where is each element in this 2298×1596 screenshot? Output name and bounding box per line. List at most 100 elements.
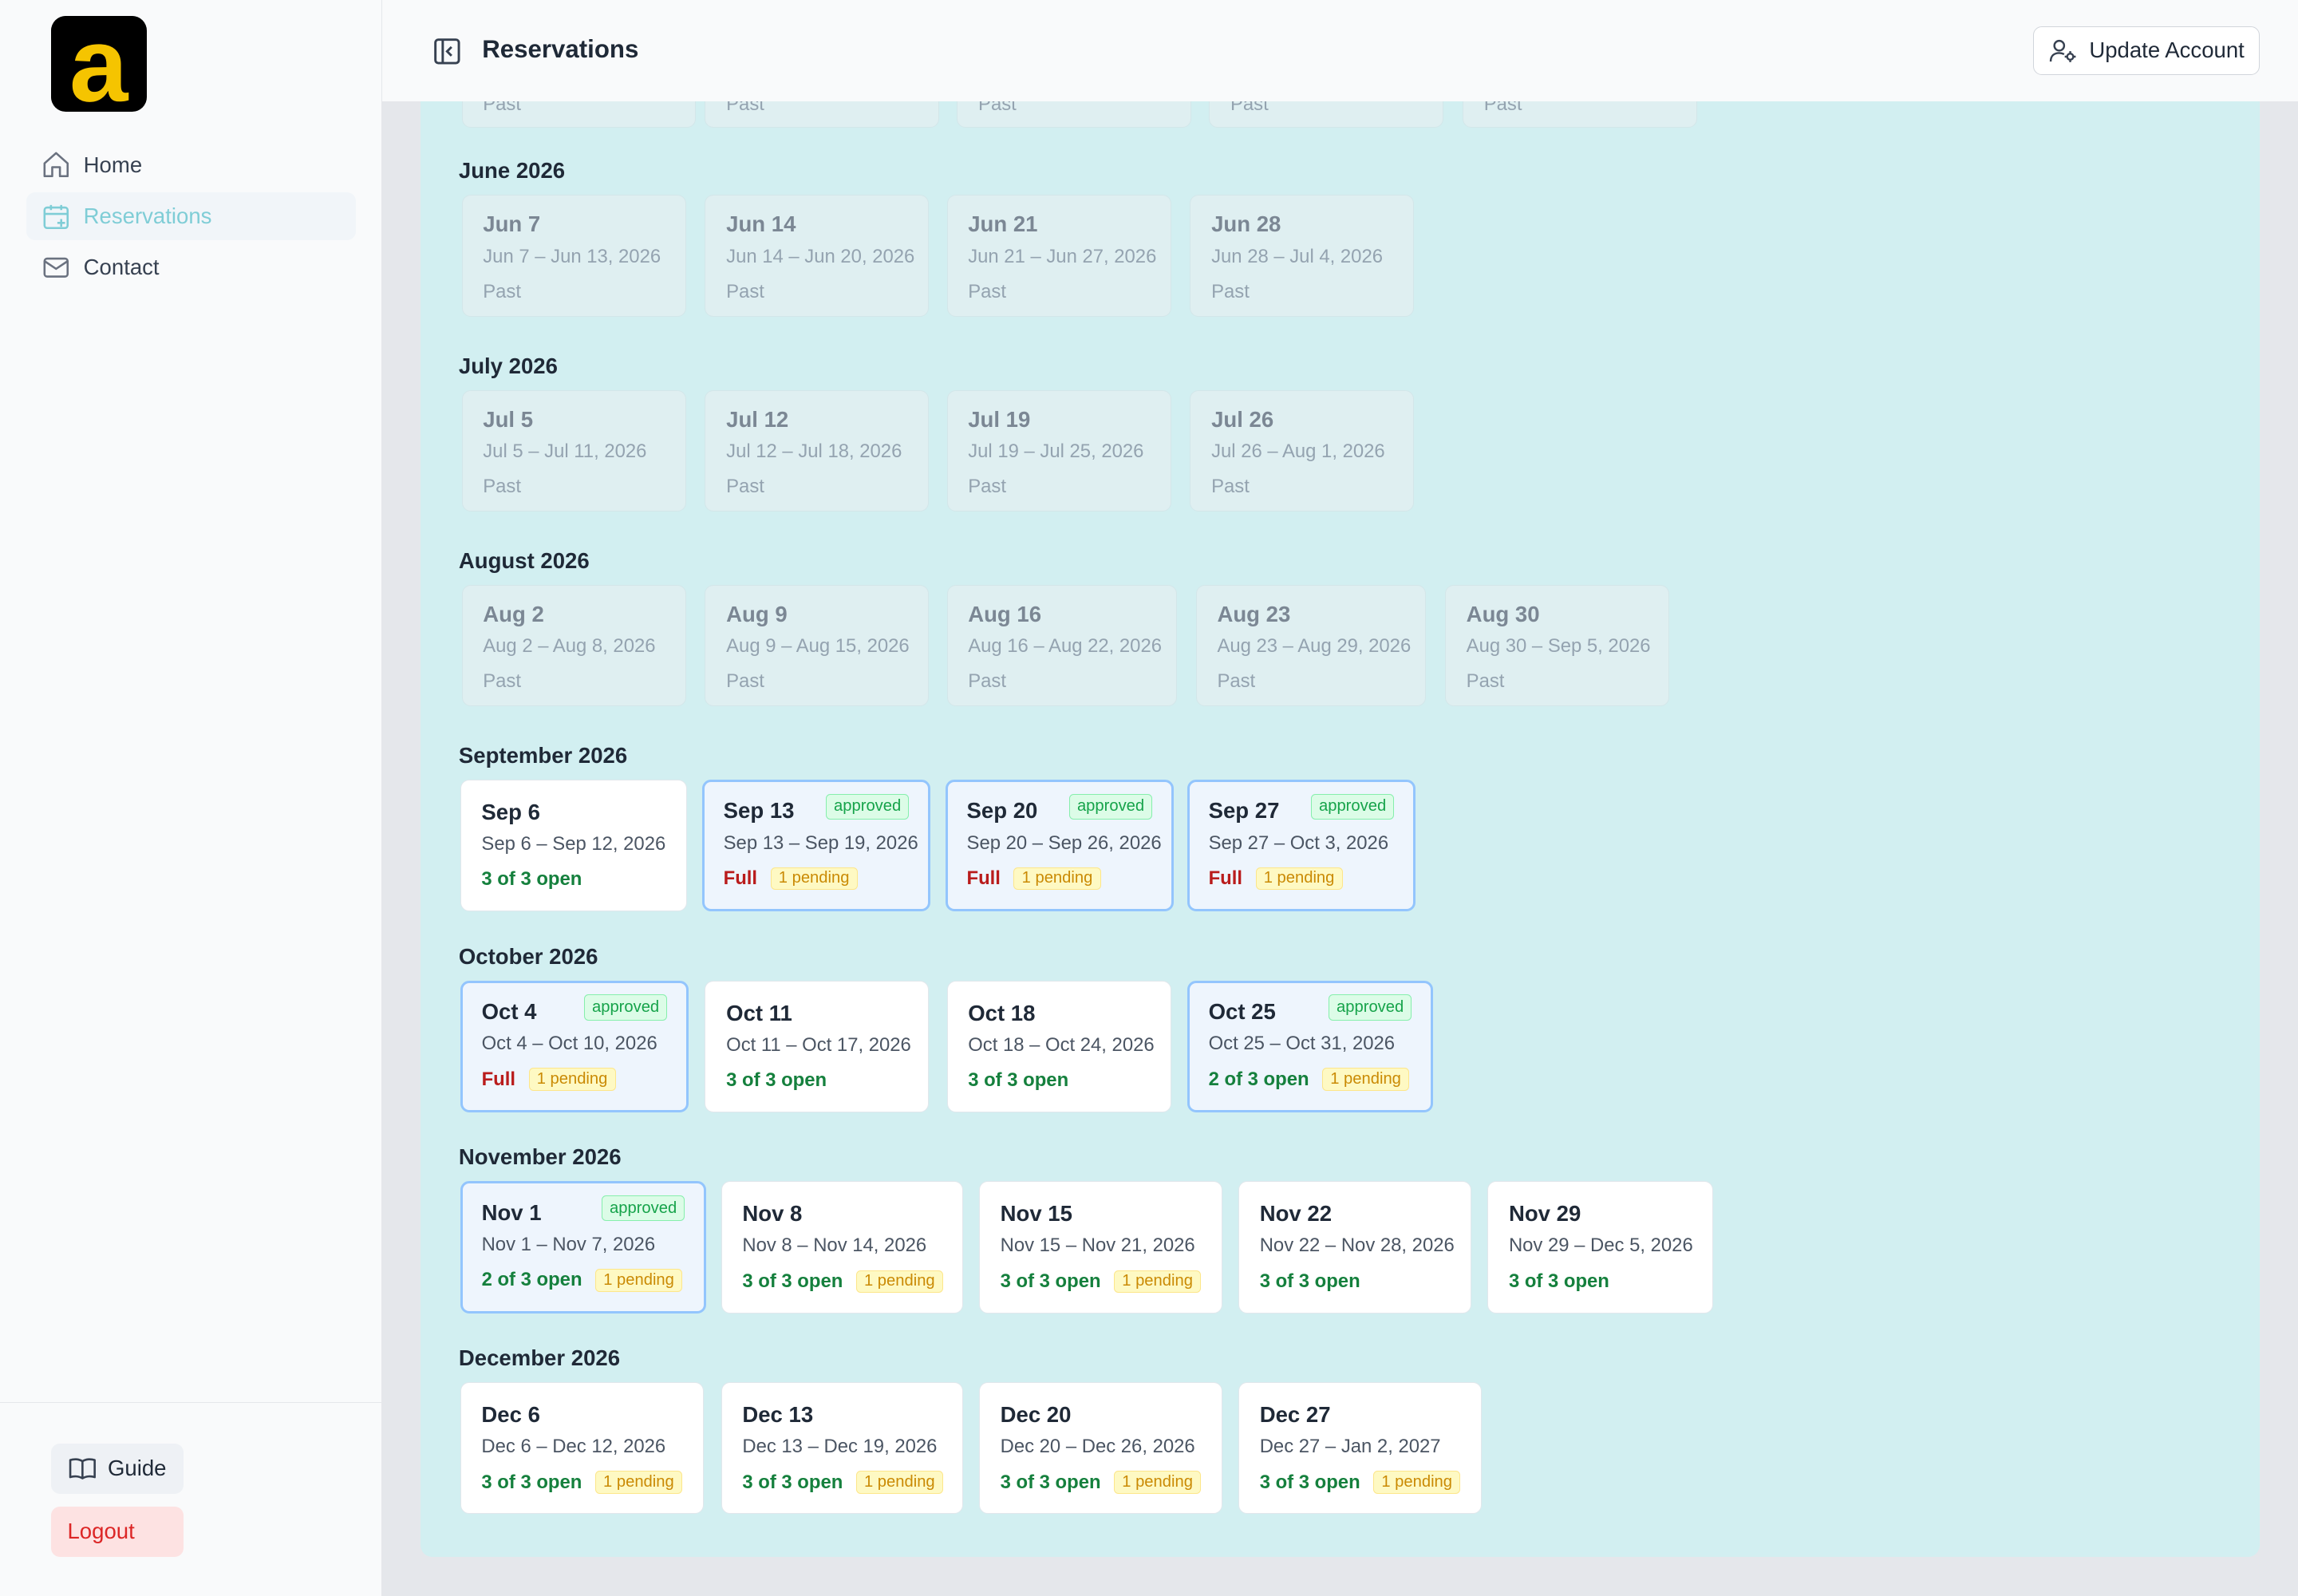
approved-badge: approved [583,994,668,1021]
week-status-row: Past [968,281,1006,303]
pending-badge: 1 pending [855,1270,943,1294]
week-card[interactable]: Sep 6 Sep 6 – Sep 12, 2026 3 of 3 open [460,780,688,912]
sidebar-item-contact[interactable]: Contact [26,243,356,292]
week-card[interactable]: Nov 22 Nov 22 – Nov 28, 2026 3 of 3 open [1238,1181,1472,1314]
week-status-row: Past [726,281,764,303]
approved-badge: approved [601,1195,685,1222]
calendar-plus-icon [43,204,69,229]
week-date: Jul 19 [968,406,1031,432]
week-range: Jun 28 – Jul 4, 2026 [1211,245,1383,267]
week-card[interactable]: Dec 13 Dec 13 – Dec 19, 2026 3 of 3 open 1 … [721,1382,963,1515]
week-card[interactable]: Jul 5 Jul 5 – Jul 11, 2026 Past [461,389,686,512]
week-range: Jul 26 – Aug 1, 2026 [1211,440,1385,462]
sidebar-item-reservations[interactable]: Reservations [26,192,357,241]
week-range: Sep 27 – Oct 3, 2026 [1208,832,1389,854]
week-card[interactable]: Aug 9 Aug 9 – Aug 15, 2026 Past [705,584,930,707]
pending-badge: 1 pending [595,1268,683,1292]
availability-status: 3 of 3 open [1000,1270,1101,1292]
availability-status: 3 of 3 open [481,868,582,891]
week-card[interactable]: Past [705,101,940,128]
week-card[interactable]: Jun 7 Jun 7 – Jun 13, 2026 Past [461,195,686,317]
week-date: Sep 13 [723,798,795,824]
week-card[interactable]: Aug 30 Aug 30 – Sep 5, 2026 Past [1444,584,1669,707]
week-card[interactable]: Nov 29 Nov 29 – Dec 5, 2026 3 of 3 open [1487,1181,1714,1314]
week-status-row: 3 of 3 open [726,1069,827,1092]
week-date: Jul 12 [726,406,789,432]
guide-label: Guide [107,1456,167,1481]
week-range: Dec 13 – Dec 19, 2026 [742,1436,938,1458]
sidebar-item-label: Reservations [83,203,212,228]
availability-status: 2 of 3 open [1208,1068,1309,1090]
week-status: Past [483,101,521,115]
availability-status: Past [968,280,1006,302]
week-status-row: 3 of 3 open 1 pending [742,1471,943,1494]
month-heading: August 2026 [458,547,590,573]
sidebar-toggle-icon[interactable] [432,37,462,66]
week-card[interactable]: Oct 18 Oct 18 – Oct 24, 2026 3 of 3 open [946,980,1171,1113]
week-card[interactable]: Dec 20 Dec 20 – Dec 26, 2026 3 of 3 open 1 … [978,1382,1222,1515]
week-card[interactable]: Aug 23 Aug 23 – Aug 29, 2026 Past [1195,584,1427,707]
week-card[interactable]: Past [957,101,1192,128]
week-range: Nov 29 – Dec 5, 2026 [1508,1235,1693,1257]
week-date: Nov 8 [742,1201,803,1227]
week-card[interactable]: Oct 25 approved Oct 25 – Oct 31, 2026 2 of … [1187,980,1434,1113]
availability-status: Full [481,1068,515,1090]
week-card[interactable]: Nov 1 approved Nov 1 – Nov 7, 2026 2 of 3 o… [460,1181,707,1314]
week-card[interactable]: Nov 15 Nov 15 – Nov 21, 2026 3 of 3 open 1 … [978,1181,1222,1314]
week-card[interactable]: Jun 28 Jun 28 – Jul 4, 2026 Past [1190,195,1415,317]
week-card[interactable]: Sep 27 approved Sep 27 – Oct 3, 2026 Full 1 … [1187,780,1416,912]
availability-status: Past [483,670,521,693]
top-header: Reservations Update Account [382,0,2298,102]
week-card[interactable]: Dec 27 Dec 27 – Jan 2, 2027 3 of 3 open 1 p… [1238,1382,1482,1515]
availability-status: Past [483,280,521,302]
availability-status: Past [726,476,764,498]
week-card[interactable]: Jul 26 Jul 26 – Aug 1, 2026 Past [1190,389,1415,512]
week-card[interactable]: Nov 8 Nov 8 – Nov 14, 2026 3 of 3 open 1 pe… [721,1181,963,1314]
week-card[interactable]: Sep 20 approved Sep 20 – Sep 26, 2026 Full 1… [945,780,1175,912]
week-card[interactable]: Past [1209,101,1444,128]
week-status-row: 2 of 3 open 1 pending [482,1268,683,1292]
availability-status: Full [966,867,1001,889]
availability-status: Past [1211,476,1250,498]
week-range: Oct 4 – Oct 10, 2026 [481,1033,657,1055]
week-card[interactable]: Jun 14 Jun 14 – Jun 20, 2026 Past [705,195,930,317]
app-logo[interactable]: a [51,16,147,112]
week-card[interactable]: Oct 4 approved Oct 4 – Oct 10, 2026 Full 1 p… [460,980,689,1113]
week-range: Nov 8 – Nov 14, 2026 [742,1235,927,1257]
week-status-row: Past [726,670,764,693]
sidebar-item-home[interactable]: Home [26,140,356,189]
week-card[interactable]: Dec 6 Dec 6 – Dec 12, 2026 3 of 3 open 1 pe… [460,1382,704,1515]
home-icon [43,152,69,178]
week-date: Oct 11 [726,1000,792,1025]
week-range: Aug 30 – Sep 5, 2026 [1466,635,1651,658]
pending-badge: 1 pending [770,867,858,891]
availability-status: 3 of 3 open [1508,1270,1609,1292]
week-date: Nov 29 [1508,1201,1581,1227]
week-status-row: Full 1 pending [967,867,1101,891]
week-card[interactable]: Aug 2 Aug 2 – Aug 8, 2026 Past [461,584,686,707]
week-card[interactable]: Jun 21 Jun 21 – Jun 27, 2026 Past [946,195,1171,317]
pending-badge: 1 pending [1013,867,1101,891]
guide-button[interactable]: Guide [51,1444,184,1494]
week-date: Jun 21 [968,211,1038,237]
week-card[interactable]: Sep 13 approved Sep 13 – Sep 19, 2026 Full 1… [701,780,931,912]
logo-letter: a [69,16,129,111]
pending-badge: 1 pending [1114,1270,1202,1294]
week-card[interactable]: Oct 11 Oct 11 – Oct 17, 2026 3 of 3 open [705,980,930,1113]
approved-badge: approved [1310,793,1395,820]
update-account-button[interactable]: Update Account [2032,26,2260,75]
update-account-label: Update Account [2089,38,2245,63]
week-date: Dec 27 [1259,1401,1331,1427]
week-card[interactable]: Past [461,101,697,128]
week-range: Jun 21 – Jun 27, 2026 [968,245,1157,267]
week-card[interactable]: Past [1463,101,1697,128]
week-status: Past [1230,101,1269,115]
reservations-panel: Past Past Past Past Past June 2026 Jun 7 Jun 7… [421,101,2260,1557]
week-card[interactable]: Jul 12 Jul 12 – Jul 18, 2026 Past [705,389,930,512]
week-range: Sep 6 – Sep 12, 2026 [481,833,666,855]
week-status-row: 3 of 3 open [481,868,582,891]
week-card[interactable]: Jul 19 Jul 19 – Jul 25, 2026 Past [946,389,1171,512]
logout-button[interactable]: Logout [51,1507,184,1557]
week-card[interactable]: Aug 16 Aug 16 – Aug 22, 2026 Past [946,584,1177,707]
week-range: Nov 22 – Nov 28, 2026 [1259,1235,1455,1257]
